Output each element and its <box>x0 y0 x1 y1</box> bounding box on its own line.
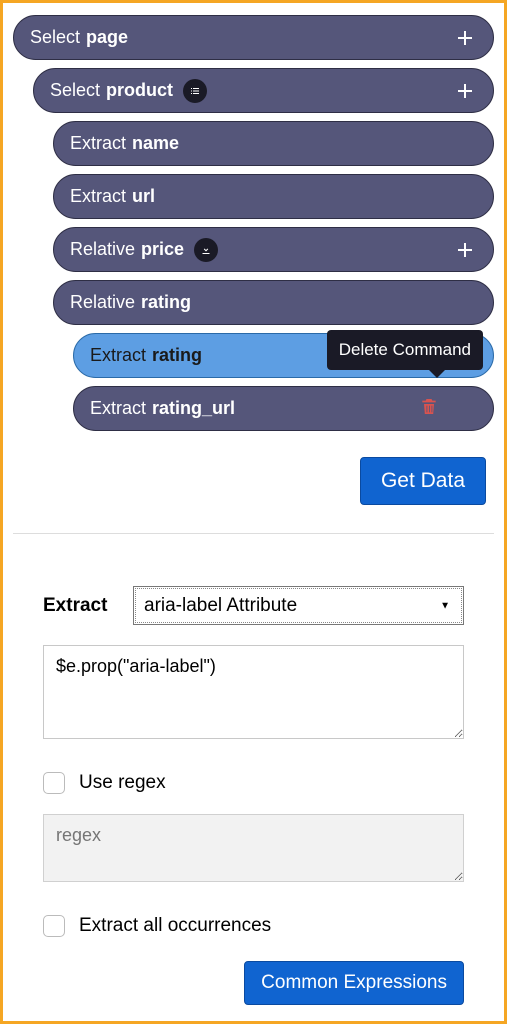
command-type: Extract <box>90 398 146 419</box>
node-extract-url[interactable]: Extract url <box>53 174 494 219</box>
use-regex-label: Use regex <box>79 772 166 794</box>
node-relative-price[interactable]: Relative price <box>53 227 494 272</box>
command-type: Relative <box>70 239 135 260</box>
command-type: Relative <box>70 292 135 313</box>
add-icon[interactable] <box>445 230 485 270</box>
command-target: rating <box>141 292 191 313</box>
use-regex-row: Use regex <box>43 772 464 794</box>
command-type: Extract <box>90 345 146 366</box>
download-icon[interactable] <box>194 238 218 262</box>
get-data-button[interactable]: Get Data <box>360 457 486 505</box>
node-select-page[interactable]: Select page <box>13 15 494 60</box>
command-type: Extract <box>70 133 126 154</box>
common-expressions-button[interactable]: Common Expressions <box>244 961 464 1005</box>
extract-select-wrap: aria-label Attribute <box>133 586 464 625</box>
node-extract-rating[interactable]: Extract rating Delete Command <box>73 333 494 378</box>
extract-label: Extract <box>43 595 133 617</box>
command-target: rating_url <box>152 398 235 419</box>
command-target: price <box>141 239 184 260</box>
command-type: Extract <box>70 186 126 207</box>
command-tree: Select page Select product Extract name … <box>3 3 504 431</box>
command-target: rating <box>152 345 202 366</box>
extract-all-row: Extract all occurrences <box>43 915 464 937</box>
expression-input[interactable] <box>43 645 464 739</box>
delete-tooltip: Delete Command <box>327 330 483 370</box>
command-target: product <box>106 80 173 101</box>
node-relative-rating[interactable]: Relative rating <box>53 280 494 325</box>
extract-dropdown[interactable]: aria-label Attribute <box>133 586 464 625</box>
command-type: Select <box>30 27 80 48</box>
common-expr-row: Common Expressions <box>43 957 464 1005</box>
extract-row: Extract aria-label Attribute <box>43 586 464 625</box>
regex-input[interactable] <box>43 814 464 882</box>
node-select-product[interactable]: Select product <box>33 68 494 113</box>
list-icon[interactable] <box>183 79 207 103</box>
use-regex-checkbox[interactable] <box>43 772 65 794</box>
extract-form: Extract aria-label Attribute Use regex E… <box>3 534 504 1005</box>
extract-all-checkbox[interactable] <box>43 915 65 937</box>
node-extract-name[interactable]: Extract name <box>53 121 494 166</box>
command-type: Select <box>50 80 100 101</box>
command-target: name <box>132 133 179 154</box>
node-extract-rating-url[interactable]: Extract rating_url <box>73 386 494 431</box>
add-icon[interactable] <box>445 71 485 111</box>
trash-icon[interactable] <box>419 395 439 422</box>
extract-all-label: Extract all occurrences <box>79 915 271 937</box>
command-target: page <box>86 27 128 48</box>
add-icon[interactable] <box>445 18 485 58</box>
get-data-row: Get Data <box>3 439 504 533</box>
command-target: url <box>132 186 155 207</box>
